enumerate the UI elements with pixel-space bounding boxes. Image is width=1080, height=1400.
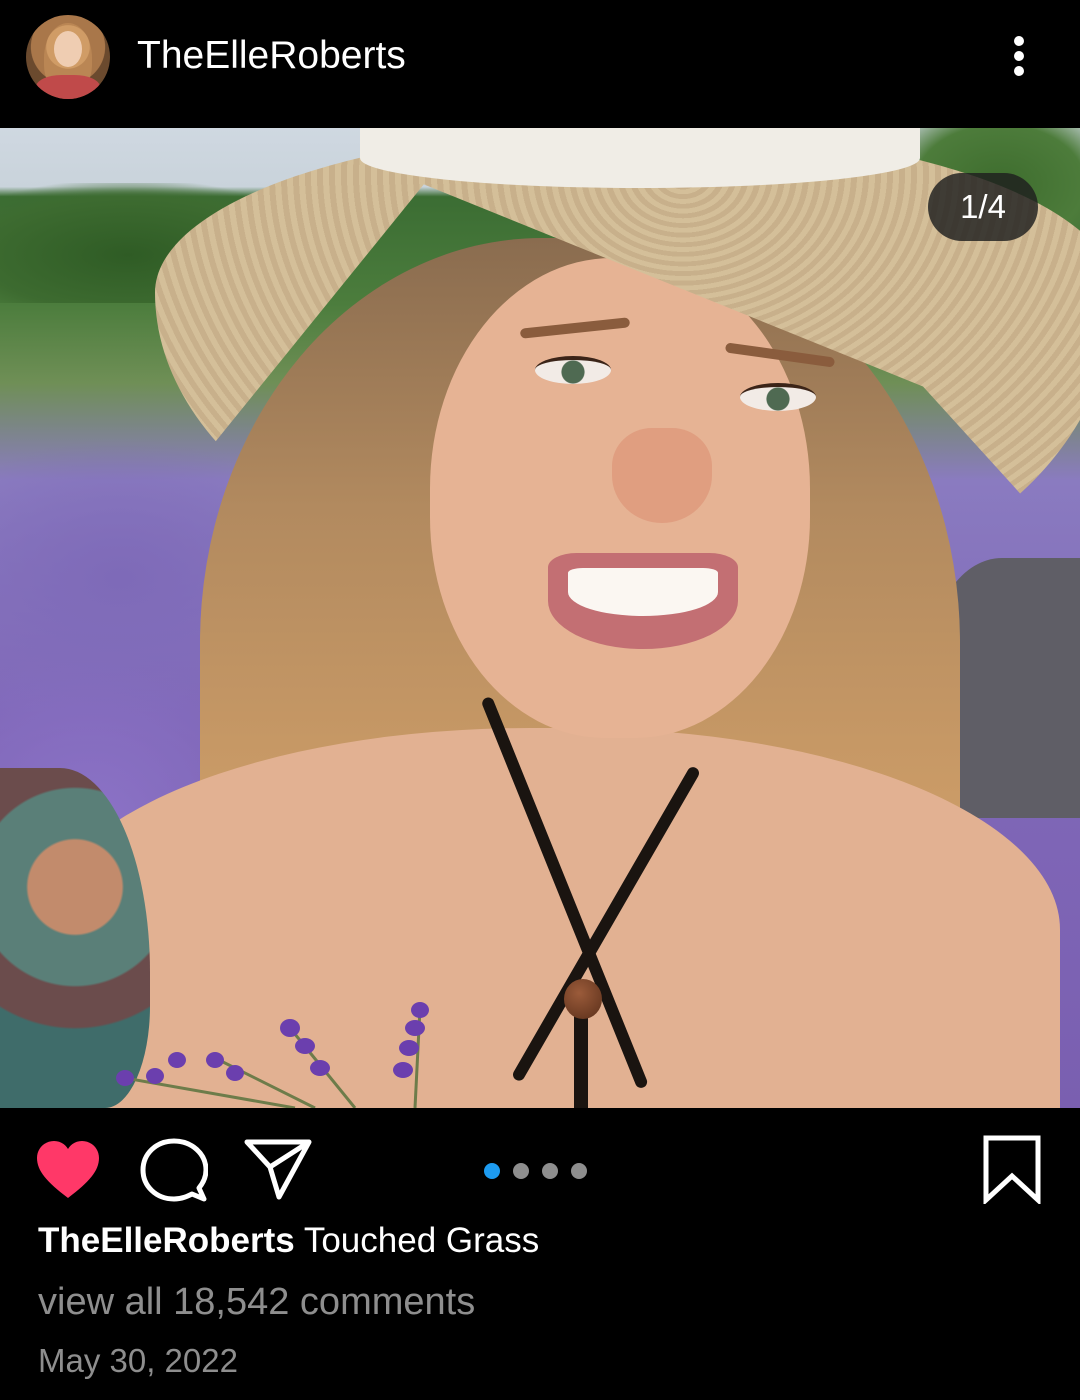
post-header: TheElleRoberts xyxy=(0,0,1080,128)
avatar-shirt xyxy=(36,75,100,99)
more-vertical-icon-dot xyxy=(1014,51,1024,61)
more-options-button[interactable] xyxy=(1000,30,1038,82)
comment-bubble-icon xyxy=(140,1138,209,1202)
paper-plane-icon xyxy=(244,1139,312,1200)
subject-nose xyxy=(612,428,712,523)
cord-bead xyxy=(564,979,602,1019)
eye-right xyxy=(740,383,816,411)
bookmark-icon xyxy=(983,1135,1041,1206)
carousel-indicator xyxy=(484,1161,596,1181)
caption-username[interactable]: TheElleRoberts xyxy=(38,1221,295,1260)
carousel-dot xyxy=(571,1163,587,1179)
carousel-dot xyxy=(513,1163,529,1179)
hat-band xyxy=(360,128,920,188)
post-image[interactable]: 1/4 xyxy=(0,128,1080,1108)
post-caption: TheElleRoberts Touched Grass xyxy=(38,1219,539,1263)
view-all-comments-link[interactable]: view all 18,542 comments xyxy=(38,1279,475,1325)
hat-cord-tail xyxy=(574,1008,588,1108)
carousel-dot xyxy=(542,1163,558,1179)
share-button[interactable] xyxy=(243,1138,313,1200)
like-button[interactable] xyxy=(35,1140,101,1200)
subject-smile xyxy=(568,568,718,616)
caption-text: Touched Grass xyxy=(294,1221,540,1260)
post-date: May 30, 2022 xyxy=(38,1342,238,1379)
eye-left xyxy=(535,356,611,384)
comment-button[interactable] xyxy=(140,1138,209,1202)
more-vertical-icon xyxy=(1014,36,1024,46)
save-button[interactable] xyxy=(980,1134,1044,1206)
lavender-sprigs xyxy=(116,1002,429,1108)
avatar-face xyxy=(54,31,82,67)
avatar[interactable] xyxy=(26,15,110,99)
carousel-dot-active xyxy=(484,1163,500,1179)
more-vertical-icon-dot xyxy=(1014,66,1024,76)
header-username[interactable]: TheElleRoberts xyxy=(137,34,406,78)
heart-filled-icon xyxy=(37,1141,99,1198)
image-counter-badge: 1/4 xyxy=(928,173,1038,241)
